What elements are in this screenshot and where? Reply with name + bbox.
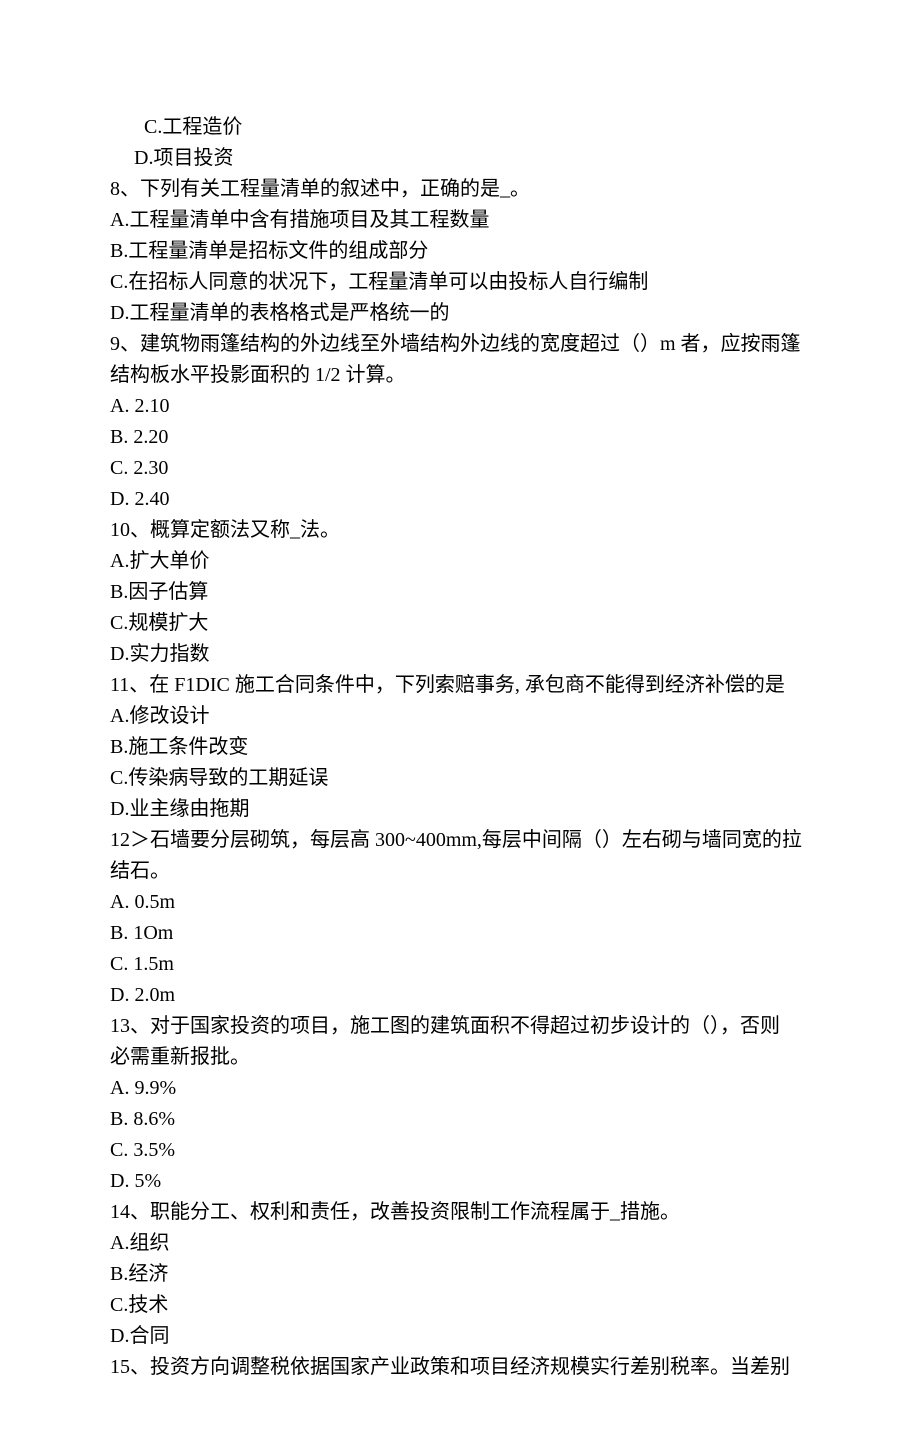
q14-option-a: A.组织 xyxy=(110,1228,810,1259)
q15-stem: 15、投资方向调整税依据国家产业政策和项目经济规模实行差别税率。当差别 xyxy=(110,1352,810,1383)
q7-option-d: D.项目投资 xyxy=(110,143,810,174)
q13-option-c: C. 3.5% xyxy=(110,1135,810,1166)
q12-option-b: B. 1Om xyxy=(110,918,810,949)
q8-option-d: D.工程量清单的表格格式是严格统一的 xyxy=(110,298,810,329)
q10-option-d: D.实力指数 xyxy=(110,639,810,670)
q13-option-a: A. 9.9% xyxy=(110,1073,810,1104)
q11-option-d: D.业主缘由拖期 xyxy=(110,794,810,825)
q10-option-c: C.规模扩大 xyxy=(110,608,810,639)
q11-option-a: A.修改设计 xyxy=(110,701,810,732)
q9-stem-line1: 9、建筑物雨篷结构的外边线至外墙结构外边线的宽度超过（）m 者，应按雨篷 xyxy=(110,329,810,360)
q13-stem-line1: 13、对于国家投资的项目，施工图的建筑面积不得超过初步设计的（），否则 xyxy=(110,1011,810,1042)
q14-option-d: D.合同 xyxy=(110,1321,810,1352)
q11-option-b: B.施工条件改变 xyxy=(110,732,810,763)
q9-option-a: A. 2.10 xyxy=(110,391,810,422)
q14-stem: 14、职能分工、权利和责任，改善投资限制工作流程属于_措施。 xyxy=(110,1197,810,1228)
q8-stem: 8、下列有关工程量清单的叙述中，正确的是_。 xyxy=(110,174,810,205)
q14-option-c: C.技术 xyxy=(110,1290,810,1321)
q14-option-b: B.经济 xyxy=(110,1259,810,1290)
q12-option-a: A. 0.5m xyxy=(110,887,810,918)
q8-option-c: C.在招标人同意的状况下，工程量清单可以由投标人自行编制 xyxy=(110,267,810,298)
q7-option-c: C.工程造价 xyxy=(110,112,810,143)
q10-option-b: B.因子估算 xyxy=(110,577,810,608)
q9-option-d: D. 2.40 xyxy=(110,484,810,515)
q10-stem: 10、概算定额法又称_法。 xyxy=(110,515,810,546)
q9-option-c: C. 2.30 xyxy=(110,453,810,484)
q11-option-c: C.传染病导致的工期延误 xyxy=(110,763,810,794)
q12-stem-line2: 结石。 xyxy=(110,856,810,887)
q13-option-b: B. 8.6% xyxy=(110,1104,810,1135)
q9-stem-line2: 结构板水平投影面积的 1/2 计算。 xyxy=(110,360,810,391)
q10-option-a: A.扩大单价 xyxy=(110,546,810,577)
q13-option-d: D. 5% xyxy=(110,1166,810,1197)
q11-stem: 11、在 F1DIC 施工合同条件中，下列索赔事务, 承包商不能得到经济补偿的是 xyxy=(110,670,810,701)
document-page: C.工程造价D.项目投资8、下列有关工程量清单的叙述中，正确的是_。A.工程量清… xyxy=(0,0,920,1433)
q12-option-c: C. 1.5m xyxy=(110,949,810,980)
q12-stem-line1: 12＞石墙要分层砌筑，每层高 300~400mm,每层中间隔（）左右砌与墙同宽的… xyxy=(110,825,810,856)
q12-option-d: D. 2.0m xyxy=(110,980,810,1011)
q9-option-b: B. 2.20 xyxy=(110,422,810,453)
q13-stem-line2: 必需重新报批。 xyxy=(110,1042,810,1073)
q8-option-b: B.工程量清单是招标文件的组成部分 xyxy=(110,236,810,267)
q8-option-a: A.工程量清单中含有措施项目及其工程数量 xyxy=(110,205,810,236)
